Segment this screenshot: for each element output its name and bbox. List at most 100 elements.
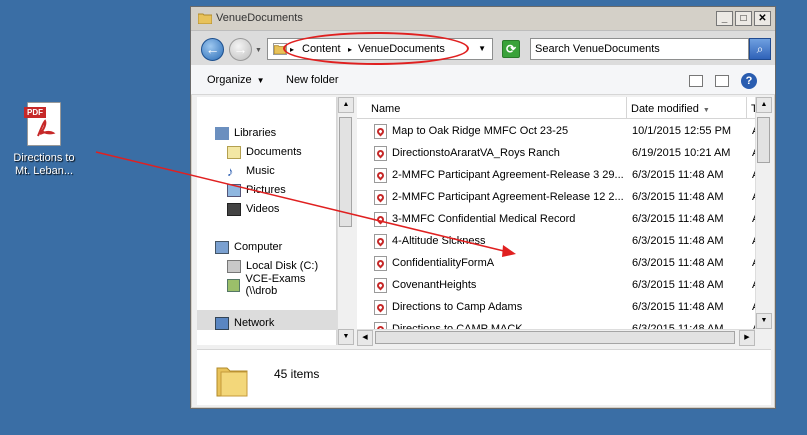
nav-label: Music [246, 165, 275, 177]
address-dropdown[interactable]: ▼ [478, 44, 486, 53]
desktop-pdf-shortcut[interactable]: PDF Directions to Mt. Leban... [8, 102, 80, 178]
file-name: Directions to Camp Adams [392, 301, 523, 313]
nav-item-documents[interactable]: Documents [227, 144, 302, 160]
scroll-right-arrow[interactable]: ▶ [739, 330, 755, 346]
minimize-button[interactable]: _ [716, 11, 733, 26]
file-row[interactable]: DirectionstoAraratVA_Roys Ranch 6/19/2015… [357, 143, 759, 165]
nav-item-vce-exams[interactable]: VCE-Exams (\\drob [227, 273, 336, 297]
search-input[interactable]: Search VenueDocuments [530, 38, 749, 60]
file-date: 6/3/2015 11:48 AM [632, 169, 724, 181]
pdf-file-icon [374, 234, 387, 249]
horizontal-scrollbar[interactable]: ◀ ▶ [357, 329, 755, 346]
column-header: Name Date modified▼ T [357, 97, 758, 119]
nav-item-music[interactable]: ♪ Music [227, 163, 275, 179]
file-name: 4-Altitude Sickness [392, 235, 486, 247]
pdf-file-icon [374, 168, 387, 183]
file-name: 2-MMFC Participant Agreement-Release 12 … [392, 191, 624, 203]
nav-item-computer[interactable]: Computer [215, 239, 282, 255]
nav-item-pictures[interactable]: Pictures [227, 182, 286, 198]
file-date: 6/3/2015 11:48 AM [632, 257, 724, 269]
nav-label: Pictures [246, 184, 286, 196]
preview-pane-icon[interactable] [715, 75, 729, 87]
pictures-icon [227, 183, 241, 197]
maximize-button[interactable]: □ [735, 11, 752, 26]
back-button[interactable]: ← [201, 38, 224, 61]
computer-icon [215, 240, 229, 254]
file-date: 6/3/2015 11:48 AM [632, 301, 724, 313]
list-scrollbar[interactable]: ▲ ▼ [755, 97, 772, 329]
close-button[interactable]: ✕ [754, 11, 771, 26]
libraries-icon [215, 126, 229, 140]
file-row[interactable]: 3-MMFC Confidential Medical Record 6/3/20… [357, 209, 759, 231]
nav-label: Network [234, 317, 275, 329]
pdf-file-icon [374, 146, 387, 161]
pdf-file-icon: PDF [24, 102, 61, 146]
file-name: 2-MMFC Participant Agreement-Release 3 2… [392, 169, 624, 181]
desktop-icon-label-line2: Mt. Leban... [14, 165, 74, 177]
column-name[interactable]: Name [367, 97, 627, 119]
pdf-file-icon [374, 124, 387, 139]
network-icon [215, 316, 229, 330]
organize-button[interactable]: Organize ▼ [207, 74, 265, 86]
file-row[interactable]: 4-Altitude Sickness6/3/2015 11:48 AMA [357, 231, 759, 253]
pdf-file-icon [374, 190, 387, 205]
nav-label: Documents [246, 146, 302, 158]
details-pane: 45 items [197, 349, 771, 405]
file-row[interactable]: Map to Oak Ridge MMFC Oct 23-25 10/1/2015… [357, 121, 759, 143]
navigation-pane: Libraries Documents ♪ Music Pictures Vide… [197, 97, 337, 345]
nav-item-libraries[interactable]: Libraries [215, 125, 276, 141]
scroll-down-arrow[interactable]: ▼ [756, 313, 772, 329]
scroll-thumb[interactable] [757, 117, 770, 163]
item-count: 45 items [274, 367, 320, 381]
file-row[interactable]: 2-MMFC Participant Agreement-Release 3 2… [357, 165, 759, 187]
file-name: DirectionstoAraratVA_Roys Ranch [392, 147, 560, 159]
scroll-up-arrow[interactable]: ▲ [338, 97, 354, 113]
nav-item-network[interactable]: Network [215, 315, 274, 331]
nav-label: Computer [234, 241, 283, 253]
file-list: Name Date modified▼ T Map to Oak Ridge M… [357, 97, 759, 345]
nav-label: Local Disk (C:) [246, 260, 319, 272]
nav-item-videos[interactable]: Videos [227, 201, 279, 217]
file-row[interactable]: Directions to Camp Adams 6/3/2015 11:48 A… [357, 297, 759, 319]
nav-item-local-disk[interactable]: Local Disk (C:) [227, 258, 318, 274]
refresh-button[interactable]: ⟳ [502, 40, 520, 58]
scroll-corner [755, 329, 771, 345]
file-row[interactable]: 2-MMFC Participant Agreement-Release 12 … [357, 187, 759, 209]
scroll-left-arrow[interactable]: ◀ [357, 330, 373, 346]
command-bar: Organize ▼ New folder ? [191, 65, 775, 95]
scroll-up-arrow[interactable]: ▲ [756, 97, 772, 113]
pdf-file-icon [374, 212, 387, 227]
new-folder-button[interactable]: New folder [286, 74, 339, 86]
file-date: 6/3/2015 11:48 AM [632, 235, 724, 247]
file-name: ConfidentialityFormA [392, 257, 495, 269]
scroll-thumb[interactable] [339, 117, 352, 227]
column-date-modified[interactable]: Date modified ▼ [627, 97, 747, 119]
annotation-ellipse [283, 32, 469, 65]
column-date-label: Date modified [631, 103, 699, 115]
forward-button[interactable]: → [229, 38, 252, 61]
explorer-window: VenueDocuments _ □ ✕ ← → ▼ ▸ Content ▸ V… [190, 6, 776, 409]
file-date: 10/1/2015 12:55 PM [632, 125, 732, 137]
title-bar[interactable]: VenueDocuments _ □ ✕ [191, 7, 775, 31]
nav-scrollbar[interactable]: ▲ ▼ [337, 97, 354, 345]
window-title: VenueDocuments [216, 12, 303, 24]
file-date: 6/3/2015 11:48 AM [632, 279, 724, 291]
search-icon[interactable]: ⌕ [749, 38, 771, 60]
file-row[interactable]: CovenantHeights6/3/2015 11:48 AMA [357, 275, 759, 297]
videos-icon [227, 202, 241, 216]
help-icon[interactable]: ? [741, 73, 757, 89]
file-date: 6/3/2015 11:48 AM [632, 191, 724, 203]
recent-pages-dropdown[interactable]: ▼ [255, 47, 262, 54]
nav-label: VCE-Exams (\\drob [245, 273, 306, 297]
file-name: Map to Oak Ridge MMFC Oct 23-25 [392, 125, 569, 137]
folder-icon [198, 13, 212, 24]
view-options-icon[interactable] [689, 75, 703, 87]
desktop-icon-label-line1: Directions to [13, 152, 75, 164]
scroll-down-arrow[interactable]: ▼ [338, 329, 354, 345]
file-row[interactable]: ConfidentialityFormA6/3/2015 11:48 AMA [357, 253, 759, 275]
scroll-thumb[interactable] [375, 331, 735, 344]
organize-label: Organize [207, 74, 252, 86]
pdf-tag: PDF [24, 107, 46, 118]
nav-label: Videos [246, 203, 280, 215]
music-icon: ♪ [227, 163, 234, 179]
